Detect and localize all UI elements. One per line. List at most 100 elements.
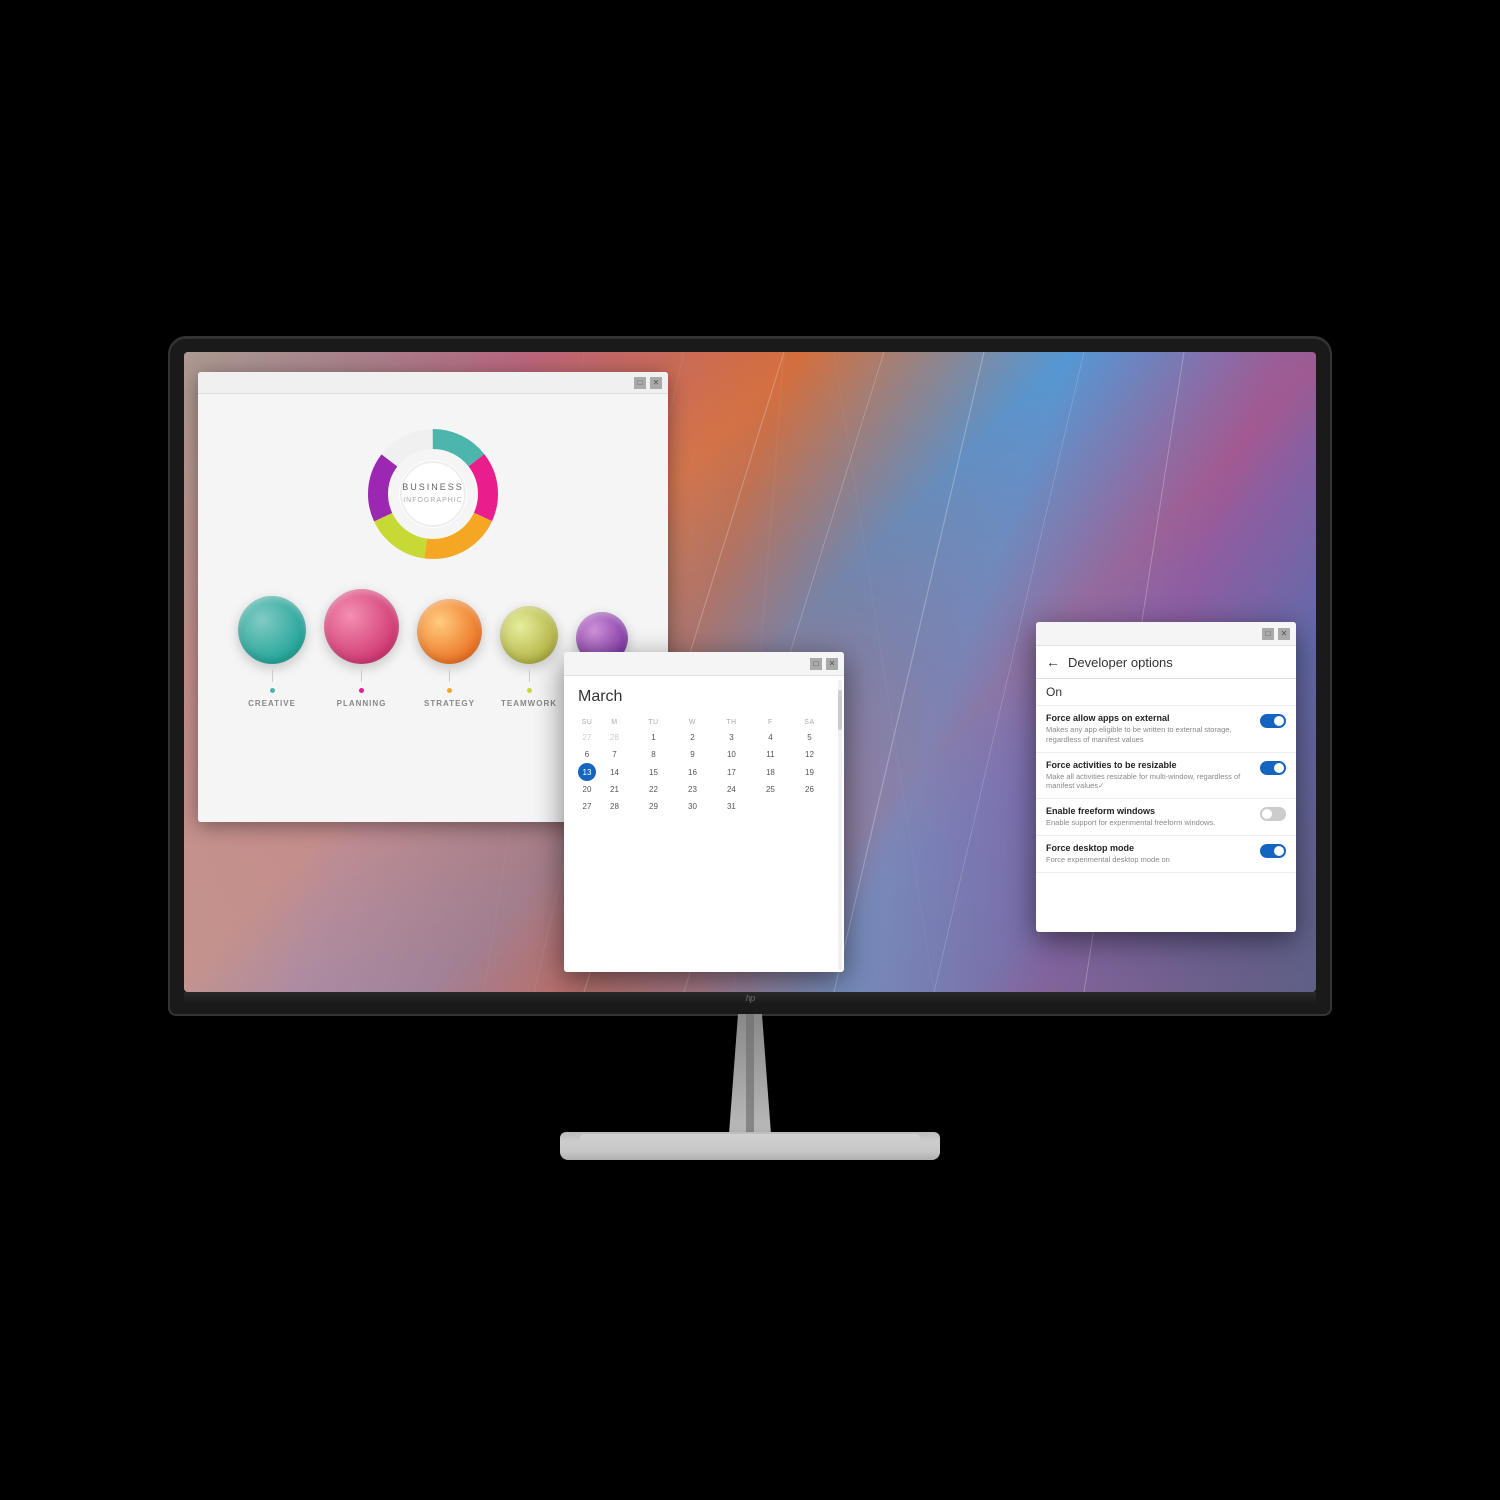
cal-day[interactable]: 7: [596, 746, 633, 763]
devopt-header: ← Developer options: [1036, 646, 1296, 679]
cal-day[interactable]: 12: [789, 746, 830, 763]
dot-teamwork: [527, 688, 532, 693]
cal-day[interactable]: 5: [789, 729, 830, 746]
cal-day[interactable]: 1: [633, 729, 674, 746]
bubble-strategy: [417, 599, 482, 664]
cal-day[interactable]: 6: [578, 746, 596, 763]
cal-day[interactable]: 8: [633, 746, 674, 763]
cal-day[interactable]: 27: [578, 729, 596, 746]
calendar-scrollbar-thumb: [838, 690, 842, 730]
devopt-titlebar: □ ✕: [1036, 622, 1296, 646]
devopt-back-icon[interactable]: ←: [1046, 654, 1060, 670]
stand-base: [560, 1132, 940, 1160]
cal-day[interactable]: 2: [674, 729, 711, 746]
devopt-toggle-3[interactable]: [1260, 807, 1286, 821]
dot-planning: [359, 688, 364, 693]
cal-header-m: M: [596, 716, 633, 729]
calendar-scrollbar[interactable]: [838, 680, 842, 970]
devopt-item-resizable: Force activities to be resizable Make al…: [1036, 753, 1296, 800]
devopt-title: Developer options: [1068, 655, 1286, 670]
monitor: □ ✕: [150, 338, 1350, 1162]
cal-day-today[interactable]: 13: [578, 763, 596, 781]
devopt-item-desktop: Force desktop mode Force experimental de…: [1036, 836, 1296, 873]
donut-chart: BUSINESS INFOGRAPHIC: [363, 424, 503, 564]
stand-neck: [720, 1014, 780, 1134]
cal-day[interactable]: 16: [674, 763, 711, 781]
cal-day[interactable]: 19: [789, 763, 830, 781]
connector-planning: [361, 670, 362, 682]
cal-day[interactable]: 14: [596, 763, 633, 781]
stand-neck-inner: [746, 1014, 754, 1134]
cal-day[interactable]: 22: [633, 781, 674, 798]
devopt-maximize-btn[interactable]: □: [1262, 628, 1274, 640]
cal-day[interactable]: 11: [752, 746, 789, 763]
cal-day[interactable]: 27: [578, 798, 596, 815]
bubble-teamwork: [500, 606, 558, 664]
bubble-creative: [238, 596, 306, 664]
bubble-item-strategy: STRATEGY: [417, 599, 482, 708]
calendar-month: March: [578, 688, 830, 706]
cal-day[interactable]: 30: [674, 798, 711, 815]
devopt-close-btn[interactable]: ✕: [1278, 628, 1290, 640]
cal-header-sa: SA: [789, 716, 830, 729]
cal-day[interactable]: 15: [633, 763, 674, 781]
dot-creative: [270, 688, 275, 693]
cal-header-th: TH: [711, 716, 752, 729]
devopt-item-title-4: Force desktop mode: [1046, 843, 1254, 853]
cal-day[interactable]: 31: [711, 798, 752, 815]
svg-text:BUSINESS: BUSINESS: [402, 482, 464, 492]
donut-svg: BUSINESS INFOGRAPHIC: [363, 424, 503, 564]
calendar-grid: SU M TU W TH F SA 27: [578, 716, 830, 815]
cal-day[interactable]: 28: [596, 729, 633, 746]
bubble-item-creative: CREATIVE: [238, 596, 306, 708]
cal-day[interactable]: 21: [596, 781, 633, 798]
bubble-item-teamwork: TEAMWORK: [500, 606, 558, 708]
devopt-item-text-4: Force desktop mode Force experimental de…: [1046, 843, 1254, 865]
calendar-titlebar: □ ✕: [564, 652, 844, 676]
cal-day[interactable]: 9: [674, 746, 711, 763]
devopt-item-desc-4: Force experimental desktop mode on: [1046, 855, 1254, 865]
cal-day[interactable]: 18: [752, 763, 789, 781]
cal-day[interactable]: 20: [578, 781, 596, 798]
devopt-item-title-2: Force activities to be resizable: [1046, 760, 1254, 770]
monitor-body: □ ✕: [170, 338, 1330, 1014]
presentation-maximize-btn[interactable]: □: [634, 377, 646, 389]
cal-day[interactable]: 24: [711, 781, 752, 798]
label-creative: CREATIVE: [248, 699, 296, 708]
cal-day[interactable]: 23: [674, 781, 711, 798]
calendar-close-btn[interactable]: ✕: [826, 658, 838, 670]
cal-header-tu: TU: [633, 716, 674, 729]
connector-creative: [272, 670, 273, 682]
cal-day[interactable]: 29: [633, 798, 674, 815]
monitor-stand: [560, 1014, 940, 1162]
devopt-toggle-2[interactable]: [1260, 761, 1286, 775]
monitor-screen: □ ✕: [184, 352, 1316, 992]
devopt-on-label: On: [1036, 679, 1296, 706]
dot-strategy: [447, 688, 452, 693]
presentation-close-btn[interactable]: ✕: [650, 377, 662, 389]
cal-day[interactable]: [789, 798, 830, 815]
devopt-item-text-2: Force activities to be resizable Make al…: [1046, 760, 1254, 792]
devopt-toggle-4[interactable]: [1260, 844, 1286, 858]
cal-day[interactable]: 26: [789, 781, 830, 798]
cal-header-su: SU: [578, 716, 596, 729]
cal-day[interactable]: 25: [752, 781, 789, 798]
cal-day[interactable]: 3: [711, 729, 752, 746]
cal-day[interactable]: 4: [752, 729, 789, 746]
label-teamwork: TEAMWORK: [501, 699, 557, 708]
calendar-maximize-btn[interactable]: □: [810, 658, 822, 670]
cal-day[interactable]: [752, 798, 789, 815]
connector-strategy: [449, 670, 450, 682]
cal-day[interactable]: 17: [711, 763, 752, 781]
cal-day[interactable]: 28: [596, 798, 633, 815]
devopt-toggle-1[interactable]: [1260, 714, 1286, 728]
cal-day[interactable]: 10: [711, 746, 752, 763]
devopt-window: □ ✕ ← Developer options On Force allow a…: [1036, 622, 1296, 932]
cal-header-f: F: [752, 716, 789, 729]
calendar-window: □ ✕ March SU M TU W TH F: [564, 652, 844, 972]
stand-base-sheen: [580, 1134, 920, 1142]
devopt-item-desc-3: Enable support for experimental freeform…: [1046, 818, 1254, 828]
devopt-item-desc-1: Makes any app eligible to be written to …: [1046, 725, 1254, 745]
devopt-item-force-allow: Force allow apps on external Makes any a…: [1036, 706, 1296, 753]
cal-header-w: W: [674, 716, 711, 729]
